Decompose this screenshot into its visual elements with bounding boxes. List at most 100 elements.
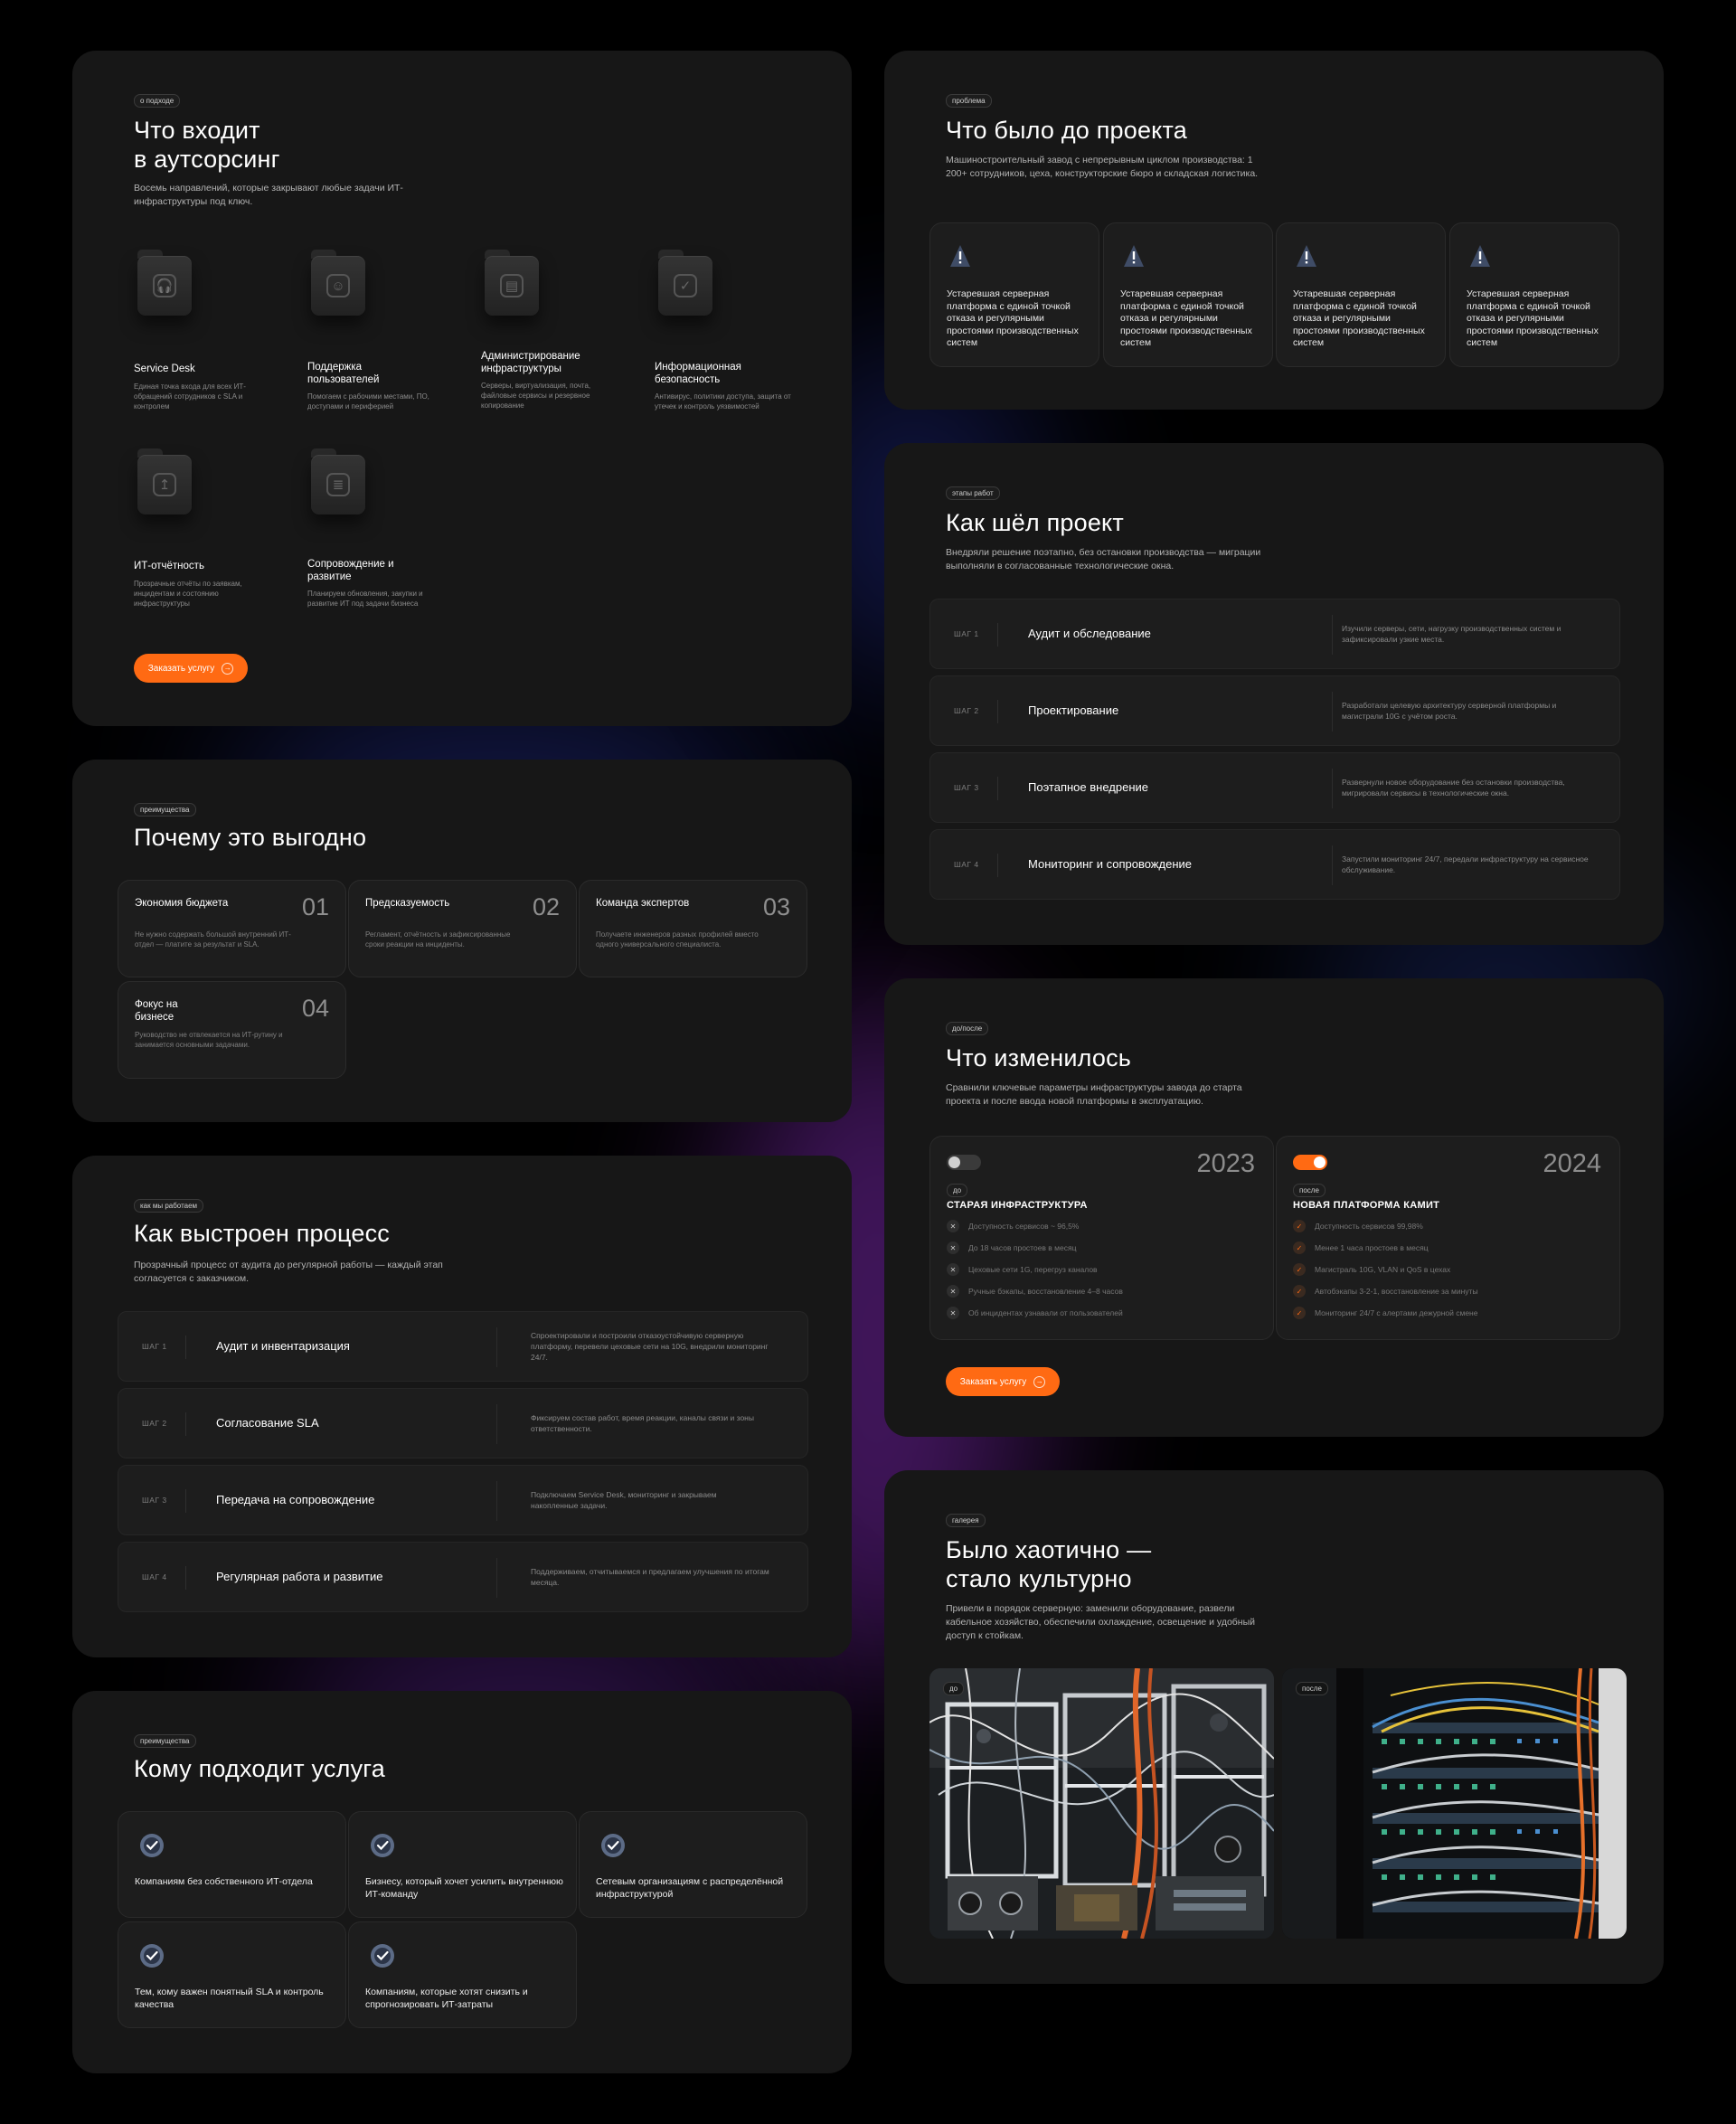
section-title: Почему это выгодно (134, 824, 367, 851)
check-badge-icon (140, 1944, 164, 1968)
divider (496, 1558, 497, 1598)
check-badge-icon (371, 1834, 394, 1857)
divider (185, 1412, 186, 1436)
order-service-button[interactable]: Заказать услугу → (946, 1367, 1060, 1396)
audience-tile: Компаниям, которые хотят снизить и спрог… (348, 1921, 577, 2028)
section-title: Как выстроен процесс (134, 1220, 390, 1247)
section-title: Что входит в аутсорсинг (134, 117, 280, 173)
button-label: Заказать услугу (147, 663, 215, 674)
step-name: Согласование SLA (216, 1416, 319, 1430)
section-subtitle: Сравнили ключевые параметры инфраструкту… (946, 1082, 1242, 1107)
after-photo: после (1282, 1668, 1627, 1939)
advantage-desc: Руководство не отвлекается на ИТ-рутину … (135, 1031, 283, 1049)
section-tag: преимущества (134, 1734, 196, 1748)
metric-item: ✓ Мониторинг 24/7 с алертами дежурной сме… (1293, 1307, 1477, 1319)
problem-text: Устаревшая серверная платформа с единой … (1293, 288, 1425, 348)
step-number: ШАГ 3 (954, 783, 979, 792)
check-icon: ✓ (1293, 1241, 1306, 1254)
step-number: ШАГ 3 (142, 1496, 167, 1505)
column-heading: НОВАЯ ПЛАТФОРМА КАМИТ (1293, 1200, 1440, 1211)
outsourcing-card: о подходе Что входит в аутсорсинг Восемь… (72, 51, 852, 726)
step-name: Аудит и инвентаризация (216, 1339, 350, 1353)
before-toggle[interactable] (947, 1155, 981, 1170)
section-subtitle: Восемь направлений, которые закрывают лю… (134, 183, 403, 207)
section-subtitle: Прозрачный процесс от аудита до регулярн… (134, 1260, 443, 1284)
advantage-desc: Получаете инженеров разных профилей вмес… (596, 930, 759, 949)
step-desc: Поддерживаем, отчитываемся и предлагаем … (531, 1567, 769, 1587)
before-tile: 2023 до СТАРАЯ ИНФРАСТРУКТУРА ✕ Доступнос… (929, 1136, 1274, 1340)
service-desc: Помогаем с рабочими местами, ПО, доступа… (307, 392, 429, 411)
period-tag: после (1293, 1184, 1326, 1197)
divider (496, 1481, 497, 1521)
metric-item: ✕ Об инцидентах узнавали от пользователей (947, 1307, 1123, 1319)
advantage-tile: Предсказуемость 02 Регламент, отчётность… (348, 880, 577, 977)
after-toggle[interactable] (1293, 1155, 1327, 1170)
problem-tile: Устаревшая серверная платформа с единой … (1276, 222, 1446, 367)
section-title: Что изменилось (946, 1044, 1132, 1071)
advantage-title: Фокус на бизнесе (135, 999, 178, 1023)
audience-tile: Тем, кому важен понятный SLA и контроль … (118, 1921, 346, 2028)
toggle-knob (948, 1156, 960, 1168)
metric-item: ✓ Доступность сервисов 99,98% (1293, 1220, 1423, 1232)
advantage-title: Экономия бюджета (135, 898, 229, 909)
advantage-tile: Фокус на бизнесе 04 Руководство не отвле… (118, 981, 346, 1079)
check-icon: ✓ (1293, 1220, 1306, 1232)
order-service-button[interactable]: Заказать услугу → (134, 654, 248, 683)
service-name: Информационная безопасность (655, 362, 741, 385)
section-title: Было хаотично — стало культурно (946, 1536, 1152, 1592)
step-desc: Фиксируем состав работ, время реакции, к… (531, 1413, 754, 1433)
service-name: Service Desk (134, 363, 195, 374)
audience-text: Компаниям, которые хотят снизить и спрог… (365, 1987, 528, 2010)
warning-icon (1297, 245, 1316, 267)
divider (1332, 769, 1333, 808)
audience-text: Бизнесу, который хочет усилить внутренню… (365, 1876, 563, 1900)
step-number: ШАГ 1 (142, 1342, 167, 1351)
button-label: Заказать услугу (959, 1376, 1027, 1387)
project-step-row: ШАГ 1 Аудит и обследование Изучили серве… (929, 599, 1620, 669)
process-step-row: ШАГ 2 Согласование SLA Фиксируем состав … (118, 1388, 808, 1458)
advantage-number: 02 (532, 893, 560, 920)
service-name: Сопровождение и развитие (307, 559, 394, 582)
metric-item: ✕ Доступность сервисов ~ 96,5% (947, 1220, 1079, 1232)
section-subtitle: Привели в порядок серверную: заменили об… (946, 1603, 1256, 1641)
problem-tile: Устаревшая серверная платформа с единой … (1449, 222, 1619, 367)
divider (496, 1404, 497, 1444)
headphones-icon: 🎧 (137, 250, 192, 316)
cross-icon: ✕ (947, 1220, 959, 1232)
step-desc: Изучили серверы, сети, нагрузку производ… (1342, 624, 1561, 644)
divider (185, 1489, 186, 1513)
project-step-row: ШАГ 4 Мониторинг и сопровождение Запусти… (929, 829, 1620, 900)
step-number: ШАГ 4 (954, 860, 979, 869)
step-name: Аудит и обследование (1028, 627, 1151, 640)
step-name: Регулярная работа и развитие (216, 1570, 383, 1583)
step-name: Проектирование (1028, 703, 1119, 717)
problem-text: Устаревшая серверная платформа с единой … (1467, 288, 1599, 348)
organized-server-image (1282, 1668, 1627, 1939)
advantage-desc: Регламент, отчётность и зафиксированные … (365, 930, 511, 949)
metric-item: ✓ Автобэкапы 3-2-1, восстановление за мин… (1293, 1285, 1478, 1298)
step-name: Передача на сопровождение (216, 1493, 375, 1506)
before-photo: до (929, 1668, 1274, 1939)
shield-icon: ✓ (658, 250, 712, 316)
step-number: ШАГ 4 (142, 1572, 167, 1581)
cross-icon: ✕ (947, 1285, 959, 1298)
column-heading: СТАРАЯ ИНФРАСТРУКТУРА (947, 1200, 1088, 1211)
divider (997, 700, 998, 723)
service-desc: Антивирус, политики доступа, защита от у… (655, 392, 791, 411)
step-desc: Подключаем Service Desk, мониторинг и за… (531, 1490, 717, 1510)
divider (1332, 615, 1333, 655)
process-step-row: ШАГ 3 Передача на сопровождение Подключа… (118, 1465, 808, 1535)
divider (997, 623, 998, 647)
advantage-title: Команда экспертов (596, 898, 690, 909)
after-tile: 2024 после НОВАЯ ПЛАТФОРМА КАМИТ ✓ Доступ… (1276, 1136, 1620, 1340)
toggle-knob (1314, 1156, 1326, 1168)
stages-card: этапы работ Как шёл проект Внедряли реше… (884, 443, 1664, 945)
report-icon: ↥ (137, 448, 192, 515)
divider (185, 1336, 186, 1359)
audience-text: Компаниям без собственного ИТ-отдела (135, 1876, 313, 1887)
check-badge-icon (601, 1834, 625, 1857)
process-step-row: ШАГ 1 Аудит и инвентаризация Спроектиров… (118, 1311, 808, 1382)
metric-item: ✓ Магистраль 10G, VLAN и QoS в цехах (1293, 1263, 1450, 1276)
user-icon: ☺ (311, 250, 365, 316)
photo-tag: после (1296, 1682, 1328, 1695)
